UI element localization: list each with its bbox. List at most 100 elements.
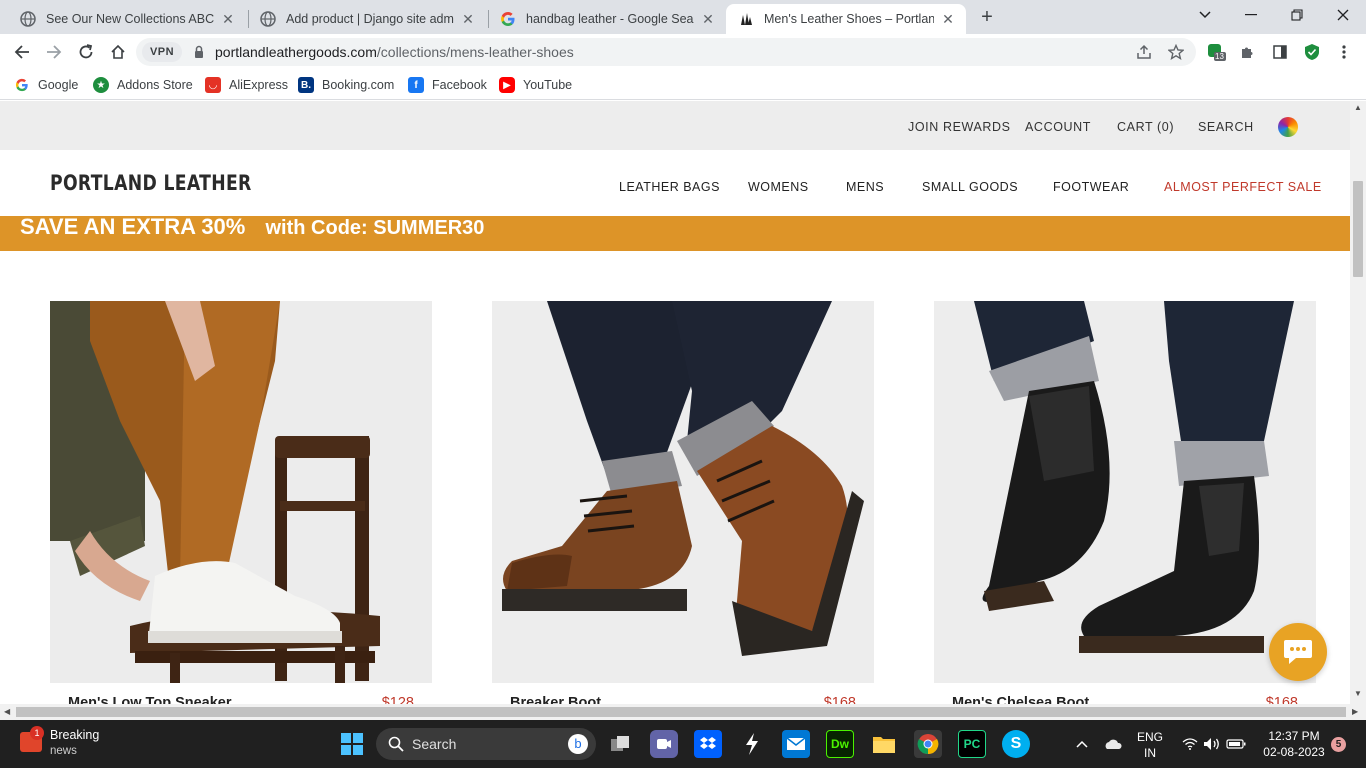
join-rewards-link[interactable]: JOIN REWARDS — [908, 120, 1011, 134]
bookmark-aliexpress[interactable]: ◡ AliExpress — [205, 76, 288, 94]
chevron-up-icon[interactable] — [1068, 730, 1096, 758]
product-card[interactable]: Men's Low Top Sneaker $128 — [50, 301, 432, 704]
minimize-icon[interactable] — [1228, 0, 1274, 30]
color-wheel-icon[interactable] — [1278, 117, 1298, 137]
product-image-chelsea-boot[interactable] — [934, 301, 1316, 683]
nav-womens[interactable]: WOMENS — [748, 180, 809, 194]
close-icon[interactable]: ✕ — [700, 11, 716, 27]
site-logo[interactable]: PORTLAND LEATHER — [50, 171, 252, 195]
vertical-scrollbar[interactable]: ▲ ▼ — [1350, 101, 1366, 704]
scroll-right-icon[interactable]: ▶ — [1352, 707, 1358, 716]
clock-date[interactable]: 02-08-2023 — [1256, 745, 1332, 759]
product-card[interactable]: Men's Chelsea Boot $168 — [934, 301, 1316, 704]
google-icon — [14, 77, 30, 93]
dropbox-icon[interactable] — [694, 730, 722, 758]
bookmark-google[interactable]: Google — [14, 76, 78, 94]
chrome-icon[interactable] — [914, 730, 942, 758]
product-name[interactable]: Men's Low Top Sneaker — [68, 695, 232, 704]
promo-banner[interactable]: SAVE AN EXTRA 30% with Code: SUMMER30 — [0, 216, 1350, 251]
news-widget[interactable]: 1 Breaking news — [18, 726, 138, 760]
close-icon[interactable]: ✕ — [940, 11, 956, 27]
nav-mens[interactable]: MENS — [846, 180, 884, 194]
scroll-up-icon[interactable]: ▲ — [1354, 103, 1362, 112]
product-image-breaker-boot[interactable] — [492, 301, 874, 683]
battery-icon[interactable] — [1222, 730, 1250, 758]
tab-title: Add product | Django site admin — [286, 12, 454, 26]
tab-title: See Our New Collections ABC STORE — [46, 12, 214, 26]
task-view-icon[interactable] — [606, 730, 634, 758]
nav-leather-bags[interactable]: LEATHER BAGS — [619, 180, 720, 194]
file-explorer-icon[interactable] — [870, 730, 898, 758]
mail-icon[interactable] — [782, 730, 810, 758]
bookmark-facebook[interactable]: f Facebook — [408, 76, 487, 94]
product-price: $128 — [381, 695, 414, 704]
product-image-sneaker[interactable] — [50, 301, 432, 683]
account-link[interactable]: ACCOUNT — [1025, 120, 1091, 134]
site-header: PORTLAND LEATHER LEATHER BAGS WOMENS MEN… — [0, 150, 1350, 216]
dreamweaver-icon[interactable]: Dw — [826, 730, 854, 758]
cart-link[interactable]: CART (0) — [1117, 120, 1174, 134]
product-card[interactable]: Breaker Boot $168 — [492, 301, 874, 704]
bookmark-addons-store[interactable]: ★ Addons Store — [93, 76, 193, 94]
side-panel-icon[interactable] — [1270, 42, 1290, 62]
language-line2[interactable]: IN — [1136, 746, 1164, 760]
notification-badge[interactable]: 5 — [1331, 737, 1346, 752]
bookmark-booking[interactable]: B. Booking.com — [298, 76, 394, 94]
google-icon — [500, 11, 516, 27]
clock-time[interactable]: 12:37 PM — [1256, 729, 1332, 743]
chat-icon — [1284, 640, 1312, 664]
vertical-scroll-thumb[interactable] — [1353, 181, 1363, 277]
close-window-icon[interactable] — [1320, 0, 1366, 30]
facebook-icon: f — [408, 77, 424, 93]
pycharm-icon[interactable]: PC — [958, 730, 986, 758]
bookmark-label: Addons Store — [117, 78, 193, 92]
onedrive-cloud-icon[interactable] — [1098, 730, 1126, 758]
tab-portland-leather[interactable]: Men's Leather Shoes – Portland Leather ✕ — [726, 4, 966, 34]
forward-arrow-icon[interactable] — [42, 40, 66, 64]
search-link[interactable]: SEARCH — [1198, 120, 1254, 134]
tab-django-admin[interactable]: Add product | Django site admin ✕ — [248, 4, 486, 34]
close-icon[interactable]: ✕ — [220, 11, 236, 27]
new-tab-button[interactable]: + — [976, 6, 998, 28]
share-icon[interactable] — [1134, 42, 1154, 62]
tab-google-search[interactable]: handbag leather - Google Search ✕ — [488, 4, 726, 34]
windows-start-icon[interactable] — [338, 730, 366, 758]
extension-badge-icon[interactable]: 13 — [1206, 42, 1226, 62]
vpn-button[interactable]: VPN — [142, 42, 182, 62]
home-icon[interactable] — [106, 40, 130, 64]
url-path: /collections/mens-leather-shoes — [376, 44, 574, 60]
product-name[interactable]: Men's Chelsea Boot — [952, 695, 1089, 704]
reload-icon[interactable] — [74, 40, 98, 64]
kebab-menu-icon[interactable] — [1334, 42, 1354, 62]
news-title: Breaking — [50, 728, 100, 742]
extensions-puzzle-icon[interactable] — [1238, 42, 1258, 62]
bookmark-youtube[interactable]: ▶ YouTube — [499, 76, 572, 94]
chat-bubble-button[interactable] — [1269, 623, 1327, 681]
tab-search-icon[interactable] — [1182, 0, 1228, 30]
nav-footwear[interactable]: FOOTWEAR — [1053, 180, 1129, 194]
product-name[interactable]: Breaker Boot — [510, 695, 601, 704]
promo-text: SAVE AN EXTRA 30% with Code: SUMMER30 — [20, 216, 484, 240]
skype-icon[interactable]: S — [1002, 730, 1030, 758]
nav-small-goods[interactable]: SMALL GOODS — [922, 180, 1018, 194]
taskbar-search[interactable]: Search b — [376, 728, 596, 760]
lock-icon[interactable] — [192, 45, 206, 59]
nav-almost-perfect-sale[interactable]: ALMOST PERFECT SALE — [1164, 180, 1322, 194]
bookmark-label: Booking.com — [322, 78, 395, 92]
tab-abc-store[interactable]: See Our New Collections ABC STORE ✕ — [8, 4, 246, 34]
news-subtitle: news — [50, 745, 77, 757]
scroll-left-icon[interactable]: ◀ — [4, 707, 10, 716]
horizontal-scroll-thumb[interactable] — [16, 707, 1346, 717]
web-page: JOIN REWARDS ACCOUNT CART (0) SEARCH POR… — [0, 101, 1350, 704]
teams-chat-icon[interactable] — [650, 730, 678, 758]
lightning-app-icon[interactable] — [738, 730, 766, 758]
horizontal-scrollbar[interactable]: ◀ ▶ — [0, 704, 1366, 720]
scroll-down-icon[interactable]: ▼ — [1354, 689, 1362, 698]
url-text[interactable]: portlandleathergoods.com/collections/men… — [215, 44, 574, 60]
restore-icon[interactable] — [1274, 0, 1320, 30]
shield-check-icon[interactable] — [1302, 42, 1322, 62]
close-icon[interactable]: ✕ — [460, 11, 476, 27]
back-arrow-icon[interactable] — [10, 40, 34, 64]
bookmark-star-icon[interactable] — [1166, 42, 1186, 62]
language-line1[interactable]: ENG — [1136, 730, 1164, 744]
